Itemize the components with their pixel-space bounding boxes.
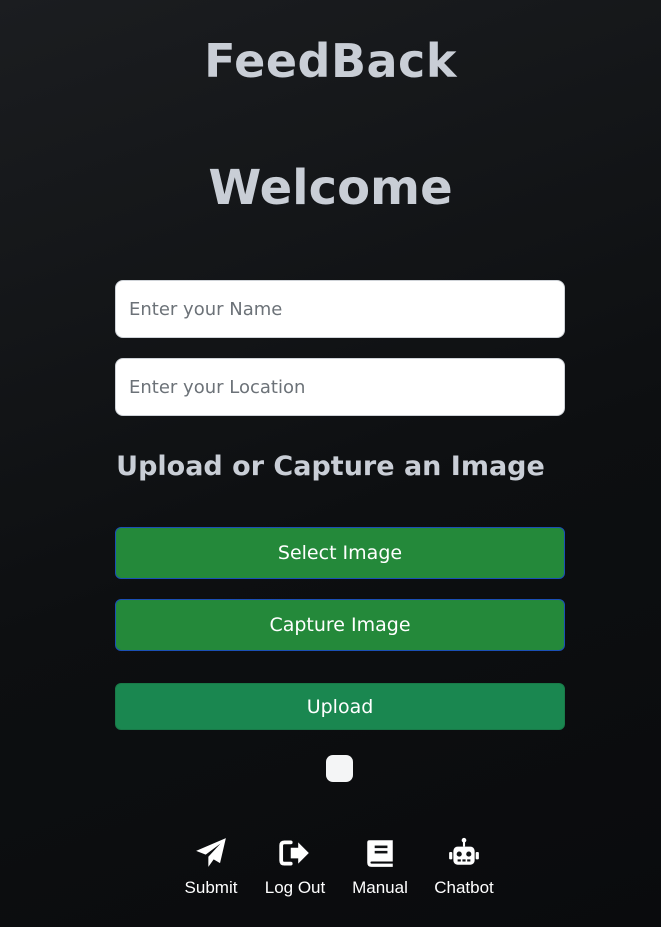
nav-submit-label: Submit bbox=[184, 878, 238, 897]
capture-image-button[interactable]: Capture Image bbox=[115, 599, 565, 651]
location-input[interactable] bbox=[115, 358, 565, 416]
upload-button[interactable]: Upload bbox=[115, 683, 565, 730]
bottom-nav: Submit Log Out Manual Chatbot bbox=[0, 836, 661, 906]
nav-manual-label: Manual bbox=[352, 878, 408, 897]
upload-heading: Upload or Capture an Image bbox=[116, 451, 545, 482]
app-title: FeedBack bbox=[204, 34, 457, 88]
nav-logout-label: Log Out bbox=[264, 878, 326, 897]
robot-icon bbox=[419, 836, 509, 872]
capture-image-label: Capture Image bbox=[269, 614, 411, 636]
welcome-heading: Welcome bbox=[208, 160, 453, 216]
image-preview-placeholder bbox=[326, 755, 353, 782]
upload-label: Upload bbox=[306, 695, 374, 718]
nav-chatbot[interactable]: Chatbot bbox=[419, 836, 509, 898]
select-image-button[interactable]: Select Image bbox=[115, 527, 565, 579]
select-image-label: Select Image bbox=[277, 542, 403, 564]
nav-manual[interactable]: Manual bbox=[335, 836, 425, 898]
nav-logout[interactable]: Log Out bbox=[250, 836, 340, 898]
paper-plane-icon bbox=[166, 836, 256, 872]
nav-submit[interactable]: Submit bbox=[166, 836, 256, 898]
book-icon bbox=[335, 836, 425, 872]
name-input[interactable] bbox=[115, 280, 565, 338]
nav-chatbot-label: Chatbot bbox=[434, 878, 494, 897]
sign-out-icon bbox=[250, 836, 340, 872]
